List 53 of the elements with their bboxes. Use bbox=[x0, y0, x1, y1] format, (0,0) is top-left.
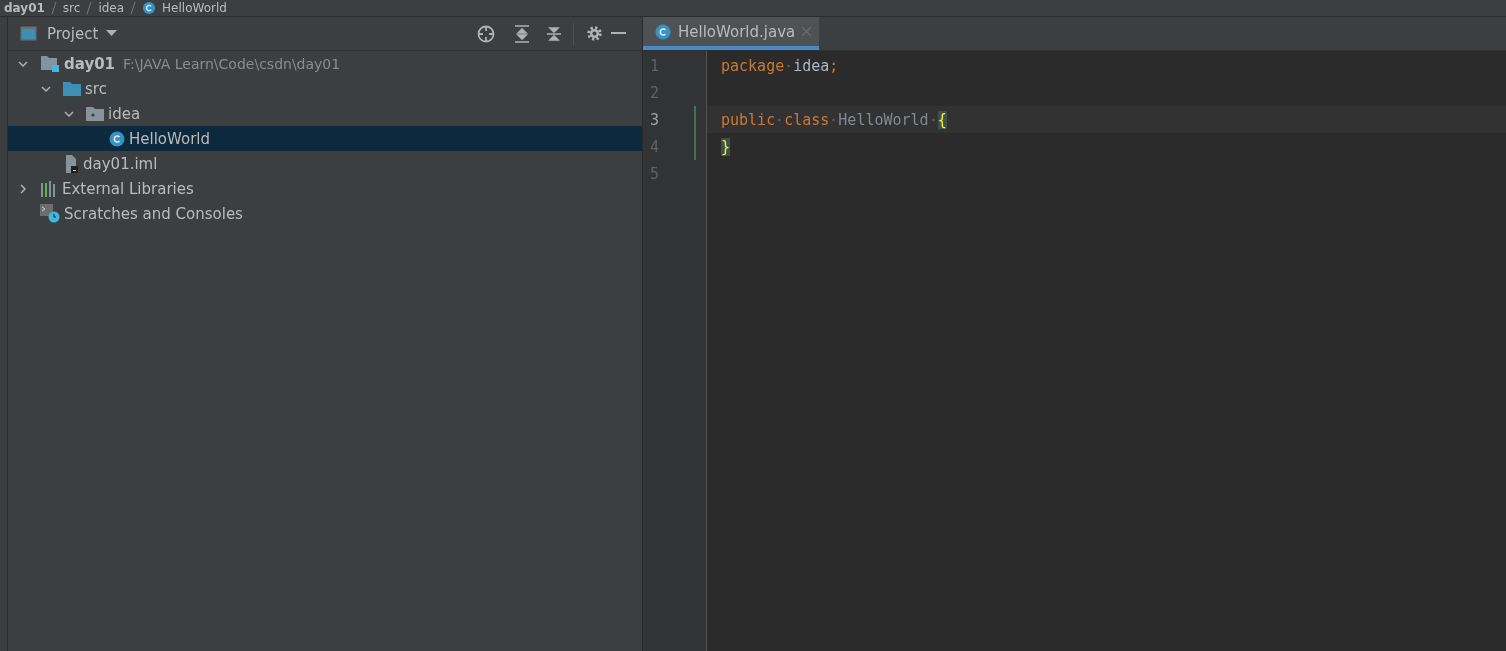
class-icon bbox=[655, 23, 671, 40]
separator-icon bbox=[86, 2, 93, 14]
class-icon bbox=[142, 1, 157, 15]
tree-item[interactable]: Scratches and Consoles bbox=[8, 201, 642, 226]
tree-item[interactable]: day01 F:\JAVA Learn\Code\csdn\day01 bbox=[8, 51, 642, 76]
scratches-icon bbox=[40, 204, 60, 223]
breadcrumb-item[interactable]: day01 bbox=[4, 1, 45, 15]
window-icon bbox=[20, 26, 37, 41]
code-token: { bbox=[937, 110, 947, 129]
settings-icon[interactable] bbox=[586, 25, 603, 42]
code-token: idea bbox=[793, 56, 830, 75]
path-text: F:\JAVA Learn\Code\csdn\day01 bbox=[123, 55, 341, 72]
library-icon bbox=[40, 180, 58, 197]
dropdown-icon[interactable] bbox=[106, 30, 118, 37]
tree-item-label: Scratches and Consoles bbox=[64, 204, 243, 223]
file-icon bbox=[63, 154, 79, 173]
module-folder-icon bbox=[40, 55, 60, 72]
chevron-down-icon[interactable] bbox=[64, 108, 74, 119]
tree-item[interactable]: src bbox=[8, 76, 642, 101]
collapse-all-icon[interactable] bbox=[547, 24, 561, 43]
breadcrumb-item[interactable]: src bbox=[62, 1, 81, 15]
separator-icon bbox=[130, 2, 137, 14]
chevron-down-icon[interactable] bbox=[41, 83, 51, 94]
separator-icon bbox=[50, 2, 57, 14]
code-token: ; bbox=[829, 56, 839, 75]
class-icon bbox=[109, 130, 125, 147]
locate-icon[interactable] bbox=[477, 24, 495, 43]
expand-all-icon[interactable] bbox=[515, 24, 529, 43]
chevron-down-icon[interactable] bbox=[18, 58, 28, 69]
code-token: public bbox=[721, 110, 776, 129]
folder-icon bbox=[63, 81, 81, 96]
package-folder-icon bbox=[86, 106, 104, 121]
tree-item[interactable]: External Libraries bbox=[8, 176, 642, 201]
line-number: 3 bbox=[649, 110, 661, 129]
tree-item[interactable]: day01.iml bbox=[8, 151, 642, 176]
panel-title[interactable]: Project bbox=[47, 24, 99, 43]
tree-item-label: day01.iml bbox=[83, 154, 158, 173]
code-token: } bbox=[721, 137, 731, 156]
tree-item[interactable]: idea bbox=[8, 101, 642, 126]
code-token: HelloWorld bbox=[838, 110, 929, 129]
chevron-right-icon[interactable] bbox=[18, 183, 28, 194]
tree-item-label: day01 bbox=[64, 54, 116, 73]
editor-tab[interactable]: HelloWorld.java bbox=[643, 17, 820, 50]
code-token: class bbox=[784, 110, 830, 129]
minimize-icon[interactable] bbox=[611, 32, 626, 35]
breadcrumb-item[interactable]: HelloWorld bbox=[162, 1, 227, 15]
code-token: package bbox=[721, 56, 785, 75]
tree-item-label: src bbox=[85, 79, 107, 98]
tree-item-label: idea bbox=[108, 104, 141, 123]
tree-item[interactable]: HelloWorld bbox=[8, 126, 642, 151]
tree-item-label: External Libraries bbox=[62, 179, 194, 198]
tree-item-label: HelloWorld bbox=[129, 129, 210, 148]
breadcrumb-item[interactable]: idea bbox=[98, 1, 125, 15]
